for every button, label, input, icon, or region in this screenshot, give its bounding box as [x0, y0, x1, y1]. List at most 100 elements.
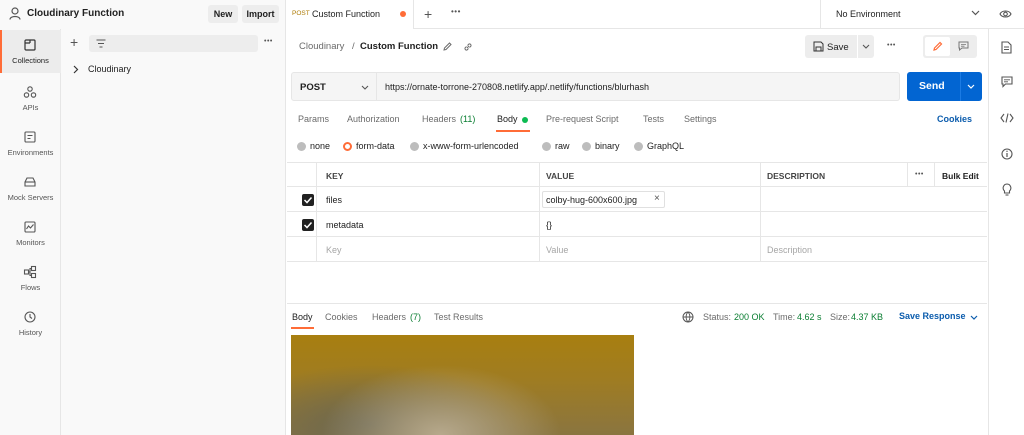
col-header-description: DESCRIPTION [767, 171, 826, 181]
radio-form-data-label[interactable]: form-data [356, 141, 395, 151]
radio-form-data[interactable] [343, 142, 352, 151]
radio-none-label[interactable]: none [310, 141, 330, 151]
save-label: Save [827, 42, 849, 53]
col-header-key: KEY [326, 171, 344, 181]
key-placeholder[interactable]: Key [326, 245, 342, 255]
tab-prerequest-script[interactable]: Pre-request Script [546, 114, 619, 124]
tab-body[interactable]: Body [497, 114, 518, 124]
row-value[interactable]: {} [546, 220, 552, 230]
chevron-right-icon[interactable] [73, 65, 79, 74]
nav-monitors[interactable]: Monitors [0, 212, 61, 254]
add-collection-icon[interactable]: + [70, 35, 78, 49]
request-more-icon[interactable]: ••• [887, 42, 896, 49]
radio-binary-label[interactable]: binary [595, 141, 620, 151]
nav-collections[interactable]: Collections [0, 30, 61, 73]
table-row: files colby-hug-600x600.jpg × [287, 187, 987, 212]
import-button[interactable]: Import [242, 5, 279, 23]
size-value[interactable]: 4.37 KB [851, 312, 883, 322]
environment-label: No Environment [836, 9, 901, 19]
nav-mock-servers[interactable]: Mock Servers [0, 167, 61, 209]
edit-mode-button[interactable] [925, 37, 950, 56]
tab-params[interactable]: Params [298, 114, 329, 124]
radio-binary[interactable] [582, 142, 591, 151]
value-placeholder[interactable]: Value [546, 245, 568, 255]
nav-history[interactable]: History [0, 302, 61, 344]
save-response-button[interactable]: Save Response [899, 311, 966, 321]
breadcrumb-parent[interactable]: Cloudinary [299, 41, 344, 52]
more-tabs-icon[interactable]: ••• [451, 7, 461, 16]
status-value[interactable]: 200 OK [734, 312, 765, 322]
nav-environments[interactable]: Environments [0, 122, 61, 164]
user-icon[interactable] [9, 7, 21, 20]
request-name[interactable]: Custom Function [360, 41, 438, 52]
workspace-name[interactable]: Cloudinary Function [27, 8, 124, 19]
tab-tests[interactable]: Tests [643, 114, 664, 124]
radio-urlencoded-label[interactable]: x-www-form-urlencoded [423, 141, 519, 151]
time-value[interactable]: 4.62 s [797, 312, 822, 322]
bulk-edit-button[interactable]: Bulk Edit [942, 171, 979, 181]
environments-icon [23, 130, 37, 144]
response-divider[interactable] [287, 303, 987, 304]
response-tab-test-results[interactable]: Test Results [434, 312, 483, 322]
send-button[interactable]: Send [907, 72, 982, 101]
comments-icon[interactable] [958, 41, 969, 51]
new-tab-icon[interactable]: + [424, 7, 432, 21]
remove-file-icon[interactable]: × [654, 193, 660, 204]
request-header: Cloudinary / Custom Function Save ••• [287, 30, 987, 64]
tab-custom-function[interactable]: POST Custom Function [286, 0, 414, 29]
file-chip[interactable]: colby-hug-600x600.jpg × [542, 191, 665, 208]
top-bar: Cloudinary Function New Import POST Cust… [0, 0, 1024, 29]
radio-none[interactable] [297, 142, 306, 151]
unsaved-dot-icon[interactable] [400, 11, 406, 17]
row-key[interactable]: files [326, 195, 342, 205]
nav-label: Environments [7, 148, 54, 157]
save-options-button[interactable] [858, 35, 874, 58]
url-input[interactable]: https://ornate-torrone-270808.netlify.ap… [377, 72, 900, 101]
radio-urlencoded[interactable] [410, 142, 419, 151]
row-enabled-checkbox[interactable] [302, 219, 314, 231]
environment-selector[interactable]: No Environment [820, 0, 988, 29]
sidebar-more-icon[interactable]: ••• [264, 38, 273, 45]
tab-authorization[interactable]: Authorization [347, 114, 400, 124]
new-button[interactable]: New [208, 5, 238, 23]
nav-apis[interactable]: APIs [0, 77, 61, 119]
cookies-link[interactable]: Cookies [937, 114, 972, 124]
nav-label: Flows [20, 283, 41, 292]
documentation-icon[interactable] [1001, 41, 1012, 54]
collection-name: Cloudinary [88, 64, 132, 74]
radio-graphql-label[interactable]: GraphQL [647, 141, 684, 151]
comments-icon[interactable] [1001, 76, 1013, 88]
radio-graphql[interactable] [634, 142, 643, 151]
globe-icon[interactable] [682, 311, 694, 323]
edit-pencil-icon[interactable] [443, 42, 452, 51]
info-icon[interactable] [1001, 148, 1013, 160]
table-more-icon[interactable]: ••• [915, 171, 924, 178]
collection-item[interactable]: Cloudinary [61, 60, 285, 78]
response-tab-cookies[interactable]: Cookies [325, 312, 358, 322]
chevron-down-icon[interactable] [970, 315, 978, 320]
radio-raw-label[interactable]: raw [555, 141, 570, 151]
right-rail [988, 29, 1024, 435]
response-tab-headers[interactable]: Headers [372, 312, 406, 322]
description-placeholder[interactable]: Description [767, 245, 812, 255]
filter-input[interactable] [89, 35, 258, 52]
response-tab-body[interactable]: Body [292, 312, 313, 322]
row-enabled-checkbox[interactable] [302, 194, 314, 206]
tab-settings[interactable]: Settings [684, 114, 717, 124]
row-key[interactable]: metadata [326, 220, 364, 230]
nav-label: History [18, 328, 43, 337]
col-divider [907, 163, 908, 187]
body-type-options: none form-data x-www-form-urlencoded raw… [287, 138, 987, 154]
environment-quick-look-icon[interactable] [999, 9, 1012, 19]
col-divider [539, 163, 540, 187]
nav-flows[interactable]: Flows [0, 257, 61, 299]
chevron-down-icon[interactable] [967, 84, 975, 89]
radio-raw[interactable] [542, 142, 551, 151]
tab-headers[interactable]: Headers [422, 114, 456, 124]
link-icon[interactable] [463, 42, 473, 52]
code-icon[interactable] [1000, 113, 1014, 123]
method-select[interactable]: POST [291, 72, 377, 101]
lightbulb-icon[interactable] [1002, 183, 1012, 196]
save-button[interactable]: Save [805, 35, 857, 58]
table-row-new: Key Value Description [287, 237, 987, 262]
